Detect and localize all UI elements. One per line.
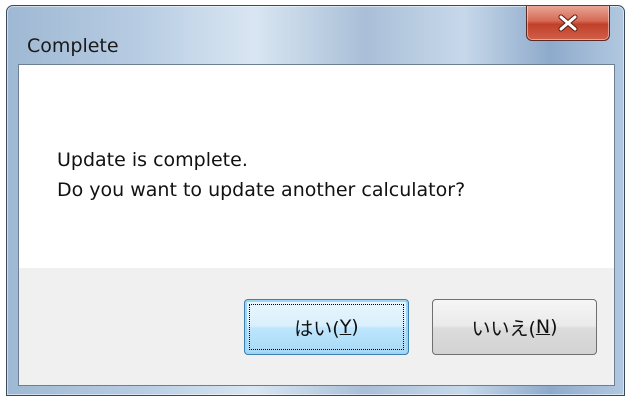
yes-button-mnemonic: Y (339, 316, 352, 338)
no-button[interactable]: いいえ(N) (432, 299, 597, 355)
yes-button-label-suffix: ) (351, 316, 359, 338)
dialog-window: Complete Update is complete. Do you want… (6, 5, 625, 396)
message-line-1: Update is complete. (57, 149, 248, 171)
window-title: Complete (27, 35, 119, 57)
yes-button-label-prefix: はい( (294, 317, 340, 340)
close-icon (557, 14, 579, 32)
message-text: Update is complete. Do you want to updat… (57, 145, 465, 205)
no-button-label-prefix: いいえ( (471, 317, 536, 340)
no-button-label-suffix: ) (550, 316, 558, 338)
button-bar: はい(Y) いいえ(N) (19, 268, 614, 385)
yes-button[interactable]: はい(Y) (244, 299, 409, 355)
title-bar[interactable]: Complete (7, 6, 624, 66)
dialog-content: Update is complete. Do you want to updat… (18, 64, 615, 386)
close-button[interactable] (526, 6, 610, 41)
message-line-2: Do you want to update another calculator… (57, 179, 466, 201)
no-button-mnemonic: N (535, 316, 551, 338)
